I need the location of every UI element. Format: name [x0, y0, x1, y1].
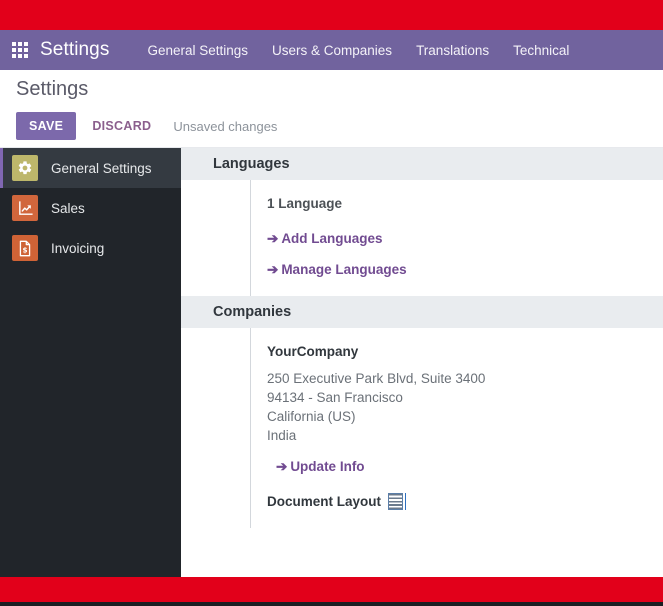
control-panel-buttons: SAVE DISCARD Unsaved changes — [16, 112, 277, 140]
sidebar-item-label: General Settings — [51, 160, 152, 176]
screen-recording-band-bottom — [0, 577, 663, 602]
navbar-menu: General Settings Users & Companies Trans… — [135, 43, 581, 58]
page-title: Settings — [16, 78, 89, 100]
sidebar-item-invoicing[interactable]: $ Invoicing — [0, 228, 181, 268]
company-name: YourCompany — [267, 344, 359, 359]
navbar-brand[interactable]: Settings — [40, 39, 109, 61]
svg-text:$: $ — [22, 245, 27, 254]
apps-grid-icon[interactable] — [12, 41, 29, 59]
settings-content-pane: Languages 1 Language ➔ Add Languages ➔ Man… — [181, 148, 663, 577]
manage-languages-link[interactable]: ➔ Manage Languages — [267, 262, 663, 278]
sidebar-item-sales[interactable]: Sales — [0, 188, 181, 228]
add-languages-label: Add Languages — [281, 231, 383, 246]
manage-languages-label: Manage Languages — [281, 262, 407, 277]
company-address-line: 94134 - San Francisco — [267, 390, 403, 405]
top-navbar: Settings General Settings Users & Compan… — [0, 30, 663, 70]
nav-item-users-companies[interactable]: Users & Companies — [260, 43, 404, 58]
section-body-companies: YourCompany 250 Executive Park Blvd, Sui… — [250, 328, 663, 528]
gear-icon — [12, 155, 38, 181]
text-cursor-caret — [405, 493, 407, 510]
update-info-label: Update Info — [290, 459, 365, 474]
settings-sidebar: General Settings Sales $ Invoicing — [0, 148, 181, 577]
sidebar-item-label: Invoicing — [51, 240, 105, 256]
document-layout-label: Document Layout — [267, 494, 382, 509]
section-header-companies: Companies — [181, 296, 663, 328]
chart-line-icon — [12, 195, 38, 221]
arrow-right-icon: ➔ — [267, 262, 279, 277]
screen-edge-strip — [0, 602, 663, 606]
company-address-line: India — [267, 428, 297, 443]
add-languages-link[interactable]: ➔ Add Languages — [267, 231, 663, 247]
control-panel: Settings SAVE DISCARD Unsaved changes — [0, 70, 663, 148]
screen-recording-band-top — [0, 0, 663, 30]
save-button[interactable]: SAVE — [16, 112, 77, 140]
nav-item-technical[interactable]: Technical — [501, 43, 581, 58]
invoice-document-icon: $ — [12, 235, 38, 261]
document-layout-row: Document Layout — [267, 493, 663, 510]
arrow-right-icon: ➔ — [276, 459, 288, 474]
unsaved-changes-status: Unsaved changes — [173, 118, 278, 134]
company-address-line: California (US) — [267, 409, 356, 424]
building-icon[interactable] — [388, 493, 404, 510]
nav-item-translations[interactable]: Translations — [404, 43, 501, 58]
sidebar-item-general-settings[interactable]: General Settings — [0, 148, 181, 188]
update-info-link[interactable]: ➔ Update Info — [267, 459, 663, 475]
nav-item-general-settings[interactable]: General Settings — [135, 43, 260, 58]
section-header-languages: Languages — [181, 148, 663, 180]
discard-button[interactable]: DISCARD — [82, 112, 161, 140]
company-address-line: 250 Executive Park Blvd, Suite 3400 — [267, 371, 486, 386]
arrow-right-icon: ➔ — [267, 231, 279, 246]
sidebar-item-label: Sales — [51, 200, 85, 216]
language-count: 1 Language — [267, 196, 343, 211]
section-body-languages: 1 Language ➔ Add Languages ➔ Manage Langua… — [250, 180, 663, 296]
odoo-settings-window: Settings General Settings Users & Compan… — [0, 0, 663, 606]
